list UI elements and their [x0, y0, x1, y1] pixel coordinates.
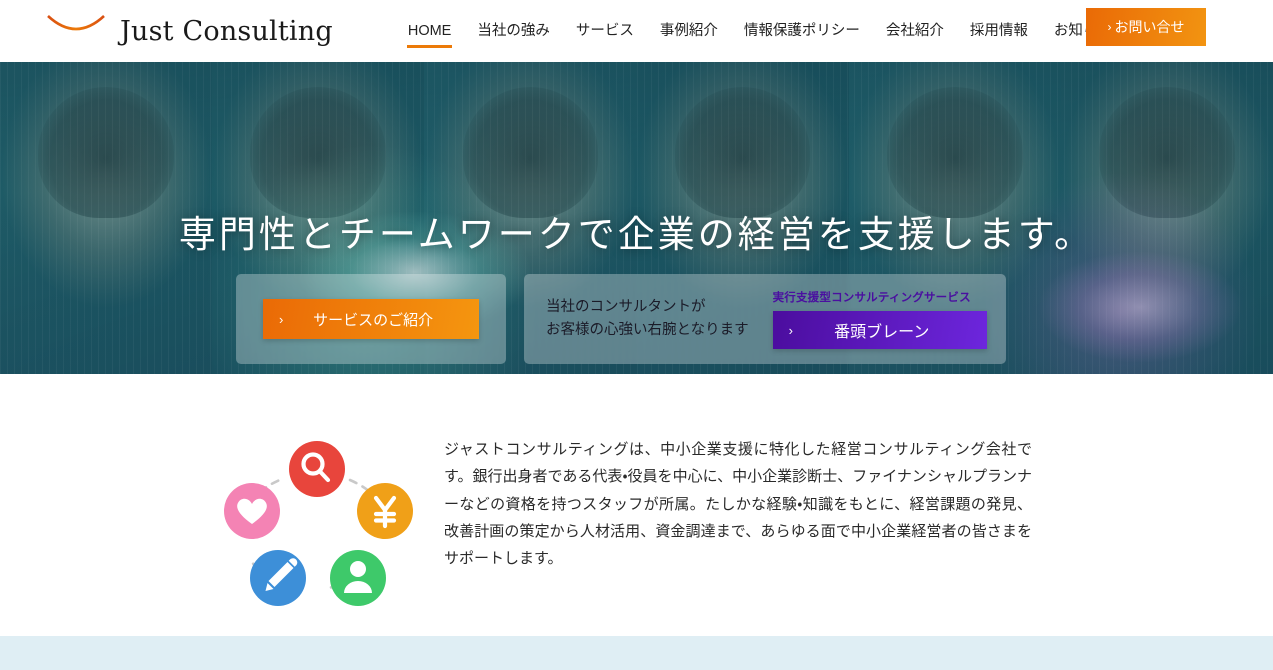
- about-section: ジャストコンサルティングは、中小企業支援に特化した経営コンサルティング会社です。…: [0, 374, 1273, 636]
- banto-brain-button-label: 番頭ブレーン: [834, 324, 930, 341]
- brand-logo[interactable]: Just Consulting: [44, 12, 333, 50]
- services-intro-button[interactable]: › サービスのご紹介: [263, 299, 479, 339]
- nav-item-services[interactable]: サービス: [563, 0, 647, 62]
- services-intro-button-label: サービスのご紹介: [313, 311, 434, 329]
- bottom-section-band: [0, 636, 1273, 670]
- five-circle-diagram-svg: [224, 441, 413, 606]
- five-circle-diagram: [222, 436, 432, 621]
- site-header: Just Consulting HOME 当社の強み サービス 事例紹介 情報保…: [0, 0, 1273, 62]
- hero-card-lede-line2: お客様の心強い右腕となります: [546, 322, 749, 338]
- hero-card-group: › サービスのご紹介 当社のコンサルタントが お客様の心強い右腕となります 実行…: [236, 274, 1006, 364]
- bridge-logo-icon: [47, 15, 105, 46]
- pencil-node: [250, 550, 306, 606]
- hero-card-services: › サービスのご紹介: [236, 274, 506, 364]
- chevron-right-icon: ›: [1107, 20, 1112, 34]
- person-circle: [330, 550, 386, 606]
- magnifier-node: [289, 441, 345, 497]
- brand-name: Just Consulting: [120, 15, 333, 47]
- nav-item-company[interactable]: 会社紹介: [873, 0, 957, 62]
- person-node: [330, 550, 386, 606]
- main-navigation: HOME 当社の強み サービス 事例紹介 情報保護ポリシー 会社紹介 採用情報 …: [395, 0, 1125, 62]
- hero-card-banto-brain: 当社のコンサルタントが お客様の心強い右腕となります 実行支援型コンサルティング…: [524, 274, 1006, 364]
- hero-headline: 専門性とチームワークで企業の経営を支援します。: [178, 214, 1095, 255]
- hero-card-lede: 当社のコンサルタントが お客様の心強い右腕となります: [546, 296, 749, 343]
- service-tagline: 実行支援型コンサルティングサービス: [772, 292, 971, 304]
- nav-item-recruit[interactable]: 採用情報: [957, 0, 1041, 62]
- hero-banner: 専門性とチームワークで企業の経営を支援します。 › サービスのご紹介 当社のコン…: [0, 62, 1273, 374]
- nav-item-strengths[interactable]: 当社の強み: [464, 0, 563, 62]
- hero-card-action-group: 実行支援型コンサルティングサービス › 番頭ブレーン: [772, 289, 987, 349]
- contact-button[interactable]: › お問い合せ: [1086, 8, 1206, 46]
- about-paragraph: ジャストコンサルティングは、中小企業支援に特化した経営コンサルティング会社です。…: [444, 441, 1032, 568]
- nav-item-case-studies[interactable]: 事例紹介: [647, 0, 731, 62]
- magnifier-circle: [289, 441, 345, 497]
- hero-card-lede-line1: 当社のコンサルタントが: [546, 298, 706, 315]
- nav-item-home[interactable]: HOME: [395, 0, 465, 62]
- nav-item-privacy-policy[interactable]: 情報保護ポリシー: [731, 0, 873, 62]
- banto-brain-button[interactable]: › 番頭ブレーン: [772, 311, 987, 349]
- contact-button-label: お問い合せ: [1114, 19, 1185, 35]
- heart-node: [224, 483, 280, 539]
- yen-node: [357, 483, 413, 539]
